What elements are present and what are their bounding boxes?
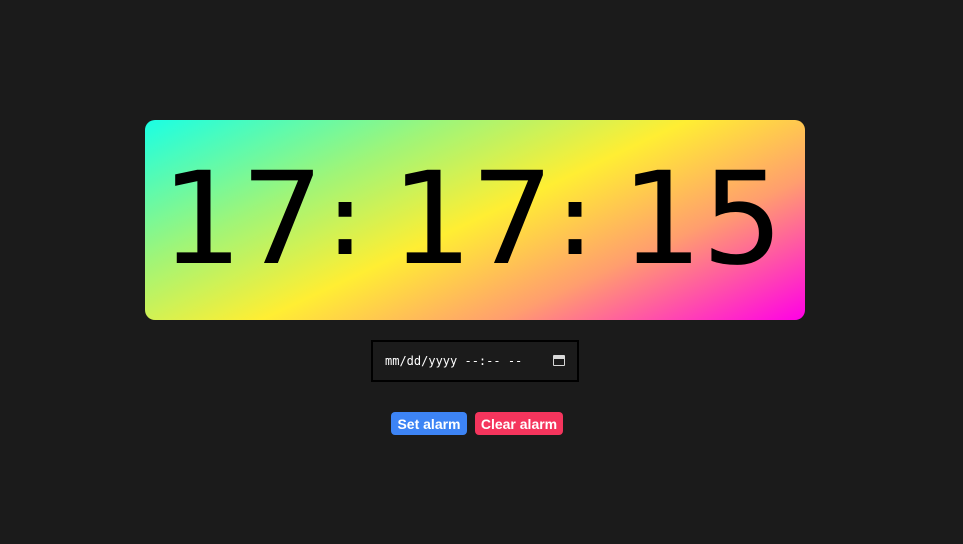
- clock-minutes: 17: [389, 145, 556, 294]
- set-alarm-button[interactable]: Set alarm: [391, 412, 467, 435]
- clock-hours: 17: [159, 145, 326, 294]
- clear-alarm-button[interactable]: Clear alarm: [475, 412, 563, 435]
- clock-seconds: 15: [619, 145, 786, 294]
- alarm-datetime-input[interactable]: mm/dd/yyyy --:-- --: [371, 340, 579, 382]
- alarm-datetime-placeholder: mm/dd/yyyy --:-- --: [385, 354, 523, 368]
- clock-separator: :: [543, 161, 609, 278]
- clock-display: 17 : 17 : 15: [145, 120, 805, 320]
- calendar-icon[interactable]: [553, 355, 565, 366]
- clock-separator: :: [313, 161, 379, 278]
